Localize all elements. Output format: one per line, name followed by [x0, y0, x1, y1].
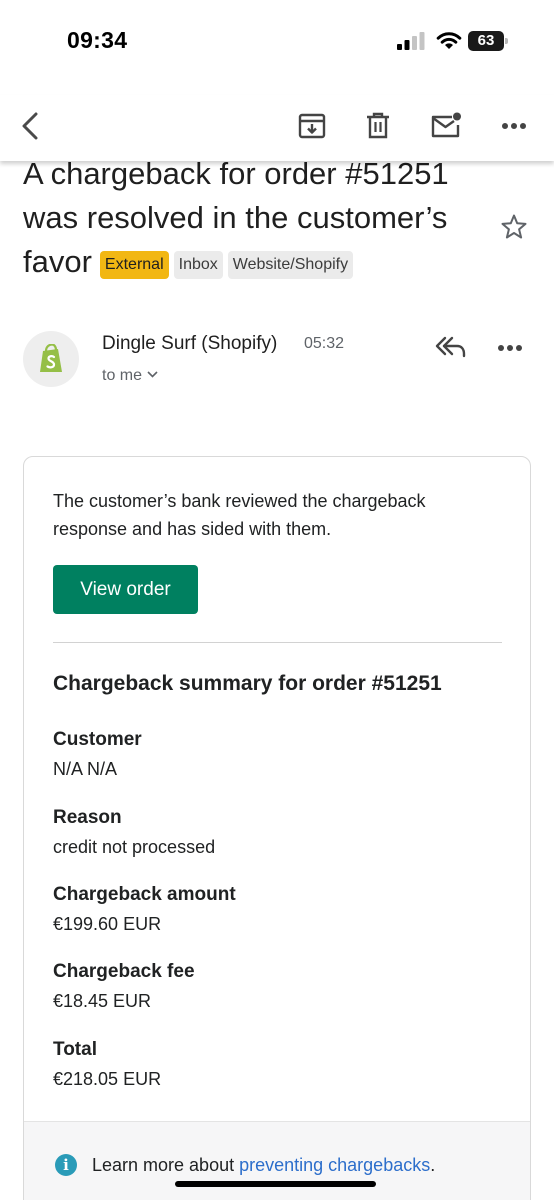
archive-button[interactable] [290, 104, 334, 148]
back-arrow-icon [22, 112, 38, 140]
mark-unread-button[interactable] [424, 104, 468, 148]
label-website-shopify[interactable]: Website/Shopify [227, 251, 354, 279]
email-time: 05:32 [304, 335, 345, 352]
learn-more-prefix: Learn more about [92, 1155, 240, 1175]
info-icon: i [55, 1154, 77, 1176]
star-icon[interactable] [500, 213, 528, 241]
email-subject-block: A chargeback for order #51251 was resolv… [23, 152, 483, 284]
trash-icon [367, 112, 389, 139]
field-chargeback-fee: Chargeback fee €18.45 EUR [53, 959, 493, 1014]
field-label: Total [53, 1039, 97, 1060]
field-value: credit not processed [53, 837, 216, 857]
battery-icon: 63 [468, 31, 508, 51]
field-total: Total €218.05 EUR [53, 1037, 493, 1092]
status-time: 09:34 [67, 27, 128, 53]
field-reason: Reason credit not processed [53, 805, 493, 860]
field-label: Reason [53, 807, 122, 828]
email-toolbar [0, 95, 554, 161]
divider [53, 642, 502, 643]
more-options-button[interactable] [492, 104, 536, 148]
sender-avatar[interactable] [23, 331, 79, 387]
home-indicator[interactable] [175, 1181, 376, 1187]
shopify-logo-icon [40, 344, 62, 372]
preventing-chargebacks-link[interactable]: preventing chargebacks [239, 1155, 430, 1175]
field-value: N/A N/A [53, 759, 118, 779]
back-button[interactable] [9, 104, 53, 148]
wifi-icon [436, 32, 462, 49]
mark-unread-icon [431, 112, 461, 138]
more-horizontal-icon[interactable] [497, 333, 523, 363]
sender-name[interactable]: Dingle Surf (Shopify) [102, 333, 277, 355]
chevron-down-icon [147, 371, 158, 378]
learn-more-suffix: . [430, 1155, 436, 1175]
label-inbox[interactable]: Inbox [173, 251, 223, 279]
view-order-button[interactable]: View order [53, 565, 198, 614]
field-value: €199.60 EUR [53, 914, 162, 934]
recipient-details-toggle[interactable]: to me [102, 367, 158, 385]
delete-button[interactable] [356, 104, 400, 148]
field-label: Customer [53, 729, 142, 750]
field-label: Chargeback fee [53, 961, 195, 982]
field-value: €218.05 EUR [53, 1069, 162, 1089]
summary-title: Chargeback summary for order #51251 [53, 672, 442, 695]
learn-more-text: Learn more about preventing chargebacks. [92, 1155, 435, 1176]
field-value: €18.45 EUR [53, 991, 152, 1011]
field-chargeback-amount: Chargeback amount €199.60 EUR [53, 882, 493, 937]
learn-more-footer: i Learn more about preventing chargeback… [24, 1121, 530, 1200]
intro-text: The customer’s bank reviewed the chargeb… [53, 491, 426, 539]
cellular-signal-icon [397, 32, 425, 50]
label-external[interactable]: External [99, 251, 169, 279]
field-customer: Customer N/A N/A [53, 727, 493, 782]
more-horizontal-icon [502, 123, 526, 129]
field-label: Chargeback amount [53, 884, 236, 905]
recipient-label: to me [102, 367, 143, 384]
email-body-card: The customer’s bank reviewed the chargeb… [23, 456, 531, 1200]
reply-all-icon[interactable] [433, 332, 467, 362]
archive-icon [298, 113, 326, 139]
battery-level: 63 [477, 32, 495, 49]
status-bar: 09:34 63 [0, 0, 554, 80]
